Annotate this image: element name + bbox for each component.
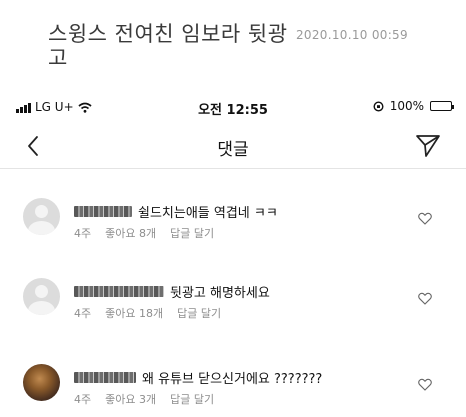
comment-item: 뒷광고 해명하세요 4주 좋아요 18개 답글 달기 bbox=[0, 268, 466, 328]
comment-text: 왜 유튜브 닫으신거에요 ??????? bbox=[142, 372, 323, 387]
status-bar: LG U+ 오전 12:55 100% bbox=[0, 95, 466, 121]
battery-icon bbox=[430, 101, 454, 111]
nav-bar: 댓글 bbox=[0, 124, 466, 169]
reply-button[interactable]: 답글 달기 bbox=[170, 391, 214, 407]
heart-icon[interactable] bbox=[418, 378, 432, 391]
heart-icon[interactable] bbox=[418, 212, 432, 225]
avatar[interactable] bbox=[23, 364, 60, 401]
comment-likes[interactable]: 좋아요 18개 bbox=[105, 305, 163, 321]
comment-item: 왜 유튜브 닫으신거에요 ??????? 4주 좋아요 3개 답글 달기 bbox=[0, 354, 466, 414]
comment-likes[interactable]: 좋아요 8개 bbox=[105, 225, 156, 241]
reply-button[interactable]: 답글 달기 bbox=[170, 225, 214, 241]
post-title: 스윙스 전여친 임보라 뒷광고 bbox=[48, 22, 288, 70]
username-redacted[interactable] bbox=[74, 286, 164, 297]
comment-likes[interactable]: 좋아요 3개 bbox=[105, 391, 156, 407]
username-redacted[interactable] bbox=[74, 206, 132, 217]
orientation-lock-icon bbox=[373, 100, 384, 112]
post-date: 2020.10.10 00:59 bbox=[296, 28, 408, 42]
post-header: 스윙스 전여친 임보라 뒷광고 2020.10.10 00:59 bbox=[0, 0, 466, 90]
paper-plane-icon[interactable] bbox=[414, 133, 442, 159]
avatar[interactable] bbox=[23, 198, 60, 235]
battery-indicator: 100% bbox=[373, 99, 454, 113]
comment-age: 4주 bbox=[74, 227, 92, 240]
heart-icon[interactable] bbox=[418, 292, 432, 305]
page-title: 댓글 bbox=[217, 140, 249, 160]
battery-percent: 100% bbox=[389, 99, 424, 113]
comment-age: 4주 bbox=[74, 393, 92, 406]
comment-item: 쉴드치는애들 역겹네 ㅋㅋ 4주 좋아요 8개 답글 달기 bbox=[0, 188, 466, 248]
comment-text: 뒷광고 해명하세요 bbox=[170, 286, 270, 301]
username-redacted[interactable] bbox=[74, 372, 136, 383]
comment-text: 쉴드치는애들 역겹네 ㅋㅋ bbox=[138, 206, 278, 221]
reply-button[interactable]: 답글 달기 bbox=[177, 305, 221, 321]
avatar[interactable] bbox=[23, 278, 60, 315]
comment-age: 4주 bbox=[74, 307, 92, 320]
